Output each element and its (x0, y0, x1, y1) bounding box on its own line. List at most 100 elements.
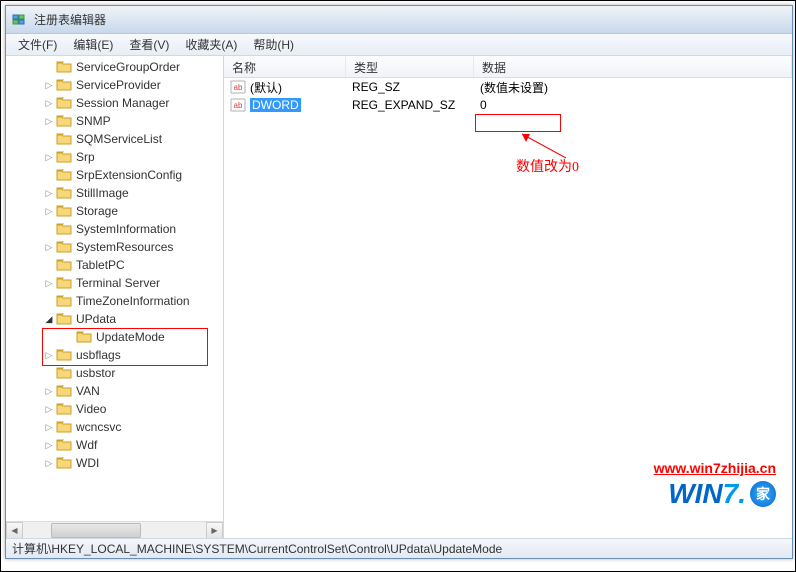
scroll-left-button[interactable]: ◀ (6, 522, 23, 539)
horizontal-scrollbar[interactable]: ◀ ▶ (6, 521, 223, 538)
header-type[interactable]: 类型 (346, 56, 474, 77)
expander-icon (44, 170, 54, 180)
tree-item-wcncsvc[interactable]: ▷wcncsvc (6, 418, 223, 436)
tree-item-updatemode[interactable]: UpdateMode (6, 328, 223, 346)
folder-icon (56, 312, 72, 326)
tree-item-storage[interactable]: ▷ Storage (6, 202, 223, 220)
tree-label: ServiceProvider (76, 78, 161, 92)
tree-label: SQMServiceList (76, 132, 162, 146)
watermark-badge-icon: 家 (750, 481, 776, 507)
value-row[interactable]: abDWORDREG_EXPAND_SZ0 (224, 96, 792, 114)
tree-label: UpdateMode (96, 330, 165, 344)
header-data[interactable]: 数据 (474, 56, 792, 77)
content-area: ServiceGroupOrder ▷ ServiceProvider ▷ Sessio… (6, 56, 792, 538)
tree-item-usbflags[interactable]: ▷usbflags (6, 346, 223, 364)
tree-item-sqmservicelist[interactable]: SQMServiceList (6, 130, 223, 148)
menu-view[interactable]: 查看(V) (121, 34, 177, 55)
header-name[interactable]: 名称 (224, 56, 346, 77)
expander-icon[interactable]: ◢ (44, 314, 54, 324)
expander-icon[interactable]: ▷ (44, 242, 54, 252)
tree-label: SystemInformation (76, 222, 176, 236)
menu-favorites[interactable]: 收藏夹(A) (177, 34, 245, 55)
folder-icon (56, 132, 72, 146)
folder-icon (56, 366, 72, 380)
tree-item-systeminformation[interactable]: SystemInformation (6, 220, 223, 238)
tree-item-timezoneinformation[interactable]: TimeZoneInformation (6, 292, 223, 310)
expander-icon[interactable]: ▷ (44, 98, 54, 108)
menu-file[interactable]: 文件(F) (10, 34, 65, 55)
expander-icon[interactable]: ▷ (44, 278, 54, 288)
tree-item-systemresources[interactable]: ▷ SystemResources (6, 238, 223, 256)
watermark: www.win7zhijia.cn WIN7. 家 (654, 460, 776, 510)
expander-icon[interactable]: ▷ (44, 404, 54, 414)
list-header: 名称 类型 数据 (224, 56, 792, 78)
tree-item-terminal-server[interactable]: ▷ Terminal Server (6, 274, 223, 292)
string-value-icon: ab (230, 79, 246, 95)
tree-item-srp[interactable]: ▷ Srp (6, 148, 223, 166)
expander-icon[interactable]: ▷ (44, 116, 54, 126)
folder-icon (56, 60, 72, 74)
folder-icon (56, 294, 72, 308)
tree-label: Session Manager (76, 96, 169, 110)
tree-item-stillimage[interactable]: ▷ StillImage (6, 184, 223, 202)
folder-icon (56, 114, 72, 128)
expander-icon (64, 332, 74, 342)
tree-item-wdi[interactable]: ▷WDI (6, 454, 223, 472)
folder-icon (56, 258, 72, 272)
tree-label: Wdf (76, 438, 97, 452)
tree-item-updata[interactable]: ◢ UPdata (6, 310, 223, 328)
expander-icon[interactable]: ▷ (44, 440, 54, 450)
values-panel: 名称 类型 数据 ab(默认)REG_SZ(数值未设置)ab DWORD REG_E… (224, 56, 792, 538)
watermark-url: www.win7zhijia.cn (654, 460, 776, 476)
tree-item-serviceprovider[interactable]: ▷ ServiceProvider (6, 76, 223, 94)
expander-icon (44, 224, 54, 234)
folder-icon (56, 204, 72, 218)
tree-label: Video (76, 402, 106, 416)
value-row[interactable]: ab(默认)REG_SZ(数值未设置) (224, 78, 792, 96)
tree-label: Srp (76, 150, 95, 164)
tree-label: Storage (76, 204, 118, 218)
scroll-thumb[interactable] (51, 523, 141, 538)
menu-edit[interactable]: 编辑(E) (65, 34, 121, 55)
tree-item-wdf[interactable]: ▷ Wdf (6, 436, 223, 454)
tree-item-usbstor[interactable]: usbstor (6, 364, 223, 382)
folder-icon (56, 456, 72, 470)
tree-item-tabletpc[interactable]: TabletPC (6, 256, 223, 274)
watermark-logo: WIN7. 家 (654, 478, 776, 510)
value-name: DWORD (250, 98, 301, 112)
value-type-cell: REG_EXPAND_SZ (346, 98, 474, 112)
folder-icon (56, 240, 72, 254)
menu-help[interactable]: 帮助(H) (245, 34, 302, 55)
expander-icon[interactable]: ▷ (44, 206, 54, 216)
expander-icon[interactable]: ▷ (44, 188, 54, 198)
expander-icon[interactable]: ▷ (44, 458, 54, 468)
status-path: 计算机\HKEY_LOCAL_MACHINE\SYSTEM\CurrentCon… (12, 540, 502, 557)
tree-item-snmp[interactable]: ▷ SNMP (6, 112, 223, 130)
expander-icon[interactable]: ▷ (44, 80, 54, 90)
tree-label: Terminal Server (76, 276, 160, 290)
scroll-right-button[interactable]: ▶ (206, 522, 223, 539)
app-icon (12, 12, 28, 28)
tree-label: VAN (76, 384, 100, 398)
expander-icon[interactable]: ▷ (44, 350, 54, 360)
tree-label: StillImage (76, 186, 129, 200)
tree-label: SrpExtensionConfig (76, 168, 182, 182)
tree-label: SNMP (76, 114, 111, 128)
expander-icon[interactable]: ▷ (44, 386, 54, 396)
tree-item-session-manager[interactable]: ▷ Session Manager (6, 94, 223, 112)
tree-label: TimeZoneInformation (76, 294, 190, 308)
tree-item-van[interactable]: ▷ VAN (6, 382, 223, 400)
tree-item-video[interactable]: ▷ Video (6, 400, 223, 418)
expander-icon[interactable]: ▷ (44, 152, 54, 162)
folder-icon (56, 420, 72, 434)
folder-icon (56, 78, 72, 92)
registry-editor-window: 注册表编辑器 文件(F) 编辑(E) 查看(V) 收藏夹(A) 帮助(H) Se… (5, 5, 793, 559)
tree-label: SystemResources (76, 240, 173, 254)
tree-item-servicegrouporder[interactable]: ServiceGroupOrder (6, 58, 223, 76)
expander-icon[interactable]: ▷ (44, 422, 54, 432)
tree-item-srpextensionconfig[interactable]: SrpExtensionConfig (6, 166, 223, 184)
tree-label: UPdata (76, 312, 116, 326)
value-type-cell: REG_SZ (346, 80, 474, 94)
tree-label: usbstor (76, 366, 115, 380)
string-value-icon: ab (230, 97, 246, 113)
